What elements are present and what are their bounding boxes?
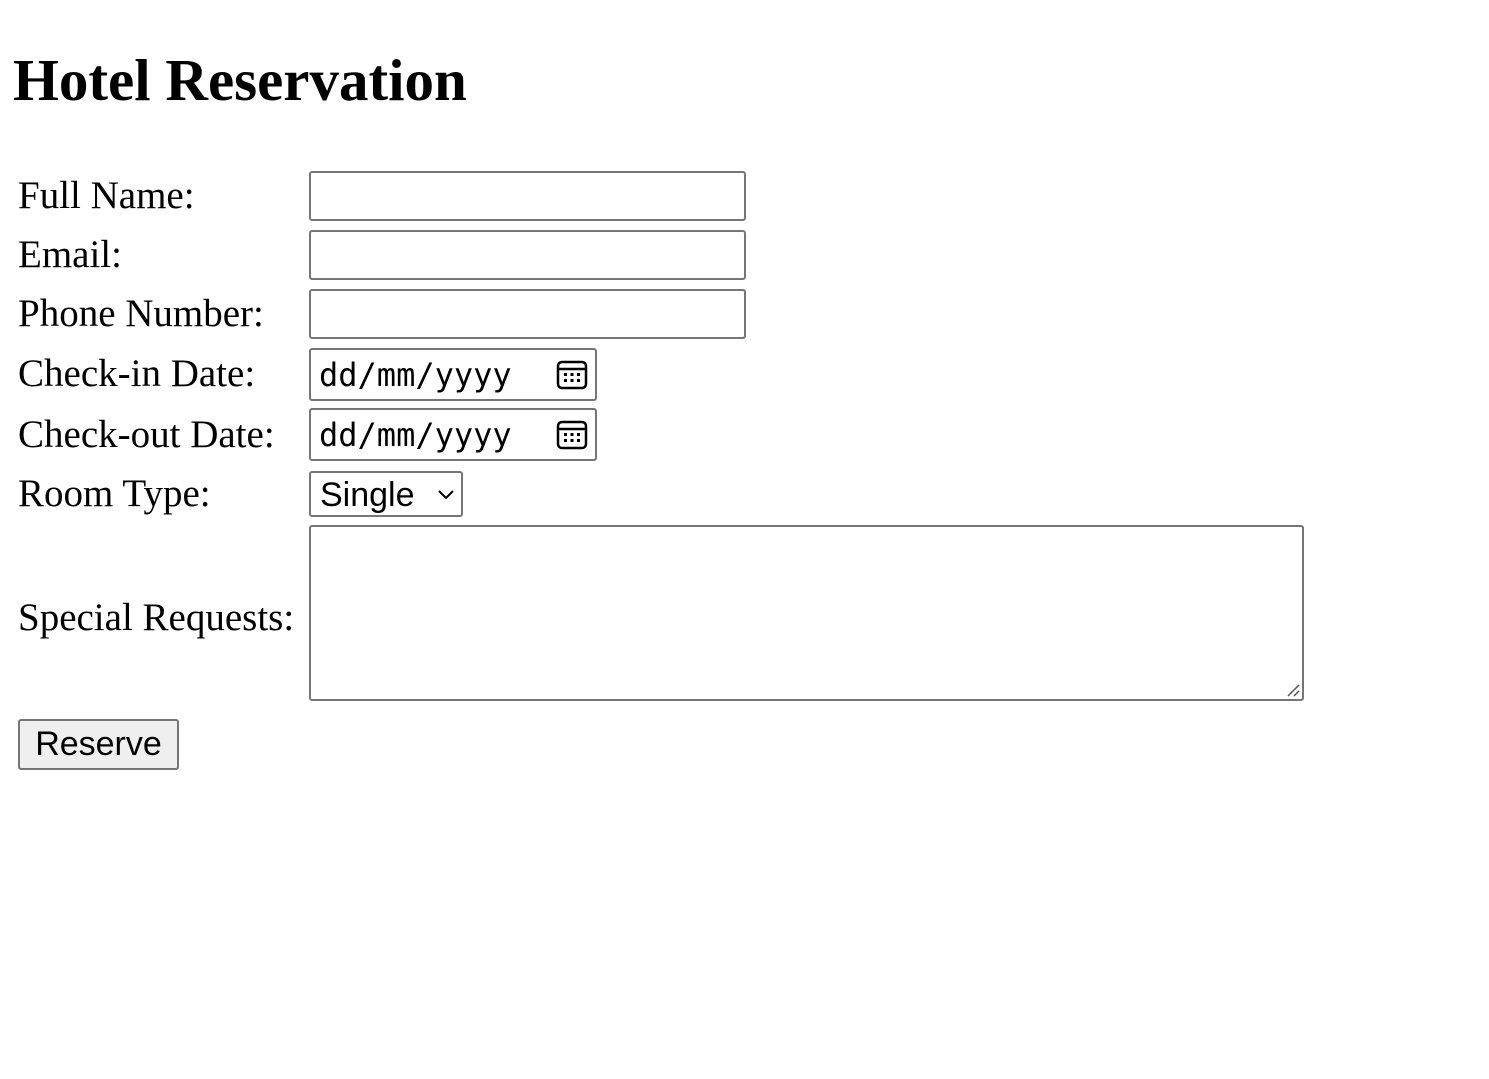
phone-number-label: Phone Number:	[18, 292, 264, 335]
email-input[interactable]	[309, 230, 746, 280]
room-type-select[interactable]: Single	[309, 471, 463, 517]
special-requests-label: Special Requests:	[18, 596, 295, 639]
email-label: Email:	[18, 233, 122, 276]
page-title: Hotel Reservation	[13, 47, 467, 113]
checkin-date-input[interactable]: dd/mm/yyyy	[309, 348, 597, 401]
chevron-down-icon	[438, 490, 454, 500]
special-requests-textarea[interactable]	[309, 525, 1304, 701]
reserve-button[interactable]: Reserve	[18, 719, 179, 770]
resize-handle-icon[interactable]	[1286, 683, 1300, 697]
full-name-input[interactable]	[309, 171, 746, 221]
phone-number-input[interactable]	[309, 289, 746, 339]
checkout-date-placeholder: dd/mm/yyyy	[319, 416, 512, 454]
room-type-label: Room Type:	[18, 472, 211, 515]
checkin-date-placeholder: dd/mm/yyyy	[319, 356, 512, 394]
room-type-selected-value: Single	[320, 476, 415, 514]
checkout-date-label: Check-out Date:	[18, 413, 275, 456]
calendar-icon[interactable]	[556, 419, 588, 451]
checkout-date-input[interactable]: dd/mm/yyyy	[309, 408, 597, 461]
checkin-date-label: Check-in Date:	[18, 352, 256, 395]
full-name-label: Full Name:	[18, 174, 195, 217]
calendar-icon[interactable]	[556, 359, 588, 391]
hotel-reservation-page: Hotel Reservation Full Name: Email: Phon…	[0, 0, 1489, 1079]
